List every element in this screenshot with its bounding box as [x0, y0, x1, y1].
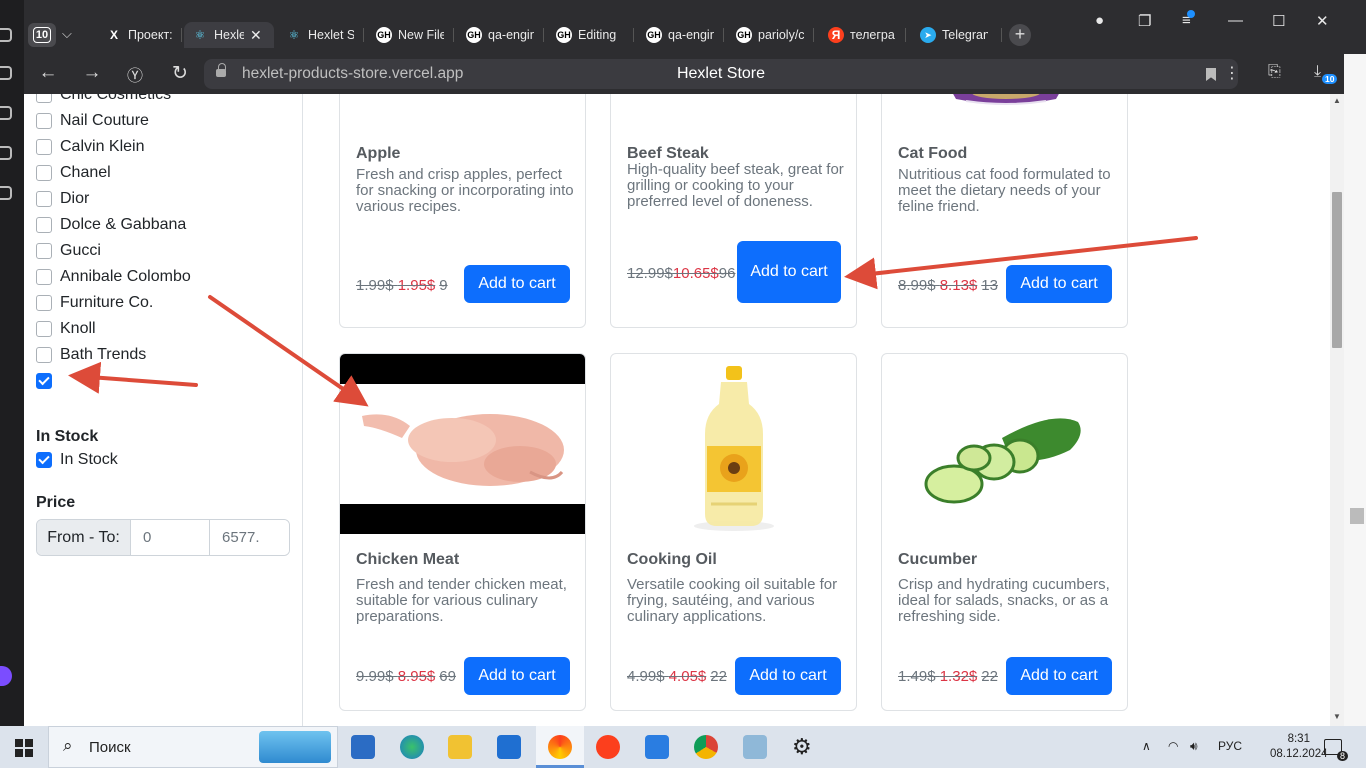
edge-browser-icon[interactable]	[400, 735, 424, 759]
chrome-icon[interactable]	[694, 735, 718, 759]
reload-icon[interactable]: ↻	[168, 62, 192, 85]
close-tab-icon[interactable]: ✕	[250, 27, 262, 44]
tab-label: Telegran	[942, 28, 988, 42]
store-page: Chic Cosmetics Nail Couture Calvin Klein Ch…	[24, 94, 1330, 726]
downloads-badge: 10	[1322, 74, 1338, 84]
side-panel-icon[interactable]	[0, 146, 12, 160]
minimize-icon[interactable]: —	[1228, 12, 1243, 29]
tab-7[interactable]: GH qa-engin	[638, 22, 724, 48]
react-logo-icon: ⚛	[288, 28, 300, 42]
taskbar-search[interactable]: ⌕ Поиск	[48, 726, 338, 768]
side-panel-icon[interactable]	[0, 106, 12, 120]
annotation-arrow-chicken	[208, 295, 369, 407]
lock-icon[interactable]	[216, 63, 226, 79]
side-panel-icon[interactable]	[0, 186, 12, 200]
browser-tab-bar: 10 ⌵ X Проект: ⚛ Hexlet ✕ ⚛ Hexlet S GH New F…	[0, 0, 1366, 54]
github-icon: GH	[376, 27, 392, 43]
alice-assistant-icon[interactable]	[0, 666, 12, 686]
scroll-up-icon[interactable]: ▲	[1333, 96, 1341, 105]
yandex-browser-taskbar-button[interactable]	[536, 726, 584, 768]
yandex-browser-icon	[548, 735, 572, 759]
tab-3[interactable]: ⚛ Hexlet S	[278, 22, 364, 48]
tab-label: qa-engin	[668, 28, 714, 42]
mail-icon[interactable]	[497, 735, 521, 759]
annotation-arrow-add-to-cart	[844, 236, 1198, 290]
github-icon: GH	[466, 27, 482, 43]
url-text: hexlet-products-store.vercel.app	[242, 65, 464, 82]
notifications-count: 8	[1336, 751, 1348, 761]
clock-time: 8:31	[1287, 733, 1310, 745]
page-scrollbar[interactable]: ▲ ▼	[1330, 94, 1344, 726]
language-indicator[interactable]: РУС	[1218, 739, 1242, 753]
tab-counter-button[interactable]: 10	[28, 23, 56, 47]
react-logo-icon: ⚛	[194, 28, 206, 42]
maximize-icon[interactable]: ☐	[1272, 12, 1285, 30]
tab-4[interactable]: GH New File	[368, 22, 454, 48]
volume-icon[interactable]: 🔊︎	[1190, 739, 1198, 754]
photos-icon[interactable]	[645, 735, 669, 759]
tab-9[interactable]: Ятелегра	[820, 22, 906, 48]
browser-side-panel	[0, 0, 24, 726]
tab-6[interactable]: GH Editing	[548, 22, 634, 48]
yandex-home-icon[interactable]: Ⓨ	[123, 62, 147, 86]
store-app-icon[interactable]	[351, 735, 375, 759]
network-icon[interactable]: ◠	[1168, 739, 1178, 753]
tab-label: pariolу/c	[758, 28, 804, 42]
extensions-icon[interactable]: ⎘	[1268, 63, 1281, 81]
new-tab-button[interactable]: +	[1009, 24, 1031, 46]
clock-date: 08.12.2024	[1270, 748, 1328, 760]
show-hidden-icons-icon[interactable]: ∧	[1142, 739, 1151, 753]
downloads-icon[interactable]: ⤓	[1314, 63, 1321, 81]
right-gutter	[1344, 54, 1366, 726]
scrollbar-thumb[interactable]	[1332, 192, 1342, 348]
github-icon: GH	[646, 27, 662, 43]
side-panel-icon[interactable]	[0, 66, 12, 80]
close-window-icon[interactable]: ✕	[1316, 12, 1329, 30]
back-icon[interactable]: ←	[36, 62, 60, 84]
collections-icon[interactable]: ❐	[1138, 12, 1151, 30]
tab-label: qa-engin	[488, 28, 534, 42]
tab-count: 10	[33, 27, 51, 43]
x-logo-icon: X	[109, 28, 118, 42]
taskbar-search-placeholder: Поиск	[89, 738, 131, 756]
tab-10[interactable]: ➤ Telegran	[912, 22, 1002, 48]
side-panel-icon[interactable]	[0, 28, 12, 42]
search-highlight-image	[259, 731, 331, 763]
notifications-icon[interactable]: 8	[1324, 739, 1348, 761]
tab-label: Проект:	[128, 28, 173, 42]
tab-label: телегра	[850, 28, 895, 42]
github-icon: GH	[556, 27, 572, 43]
address-bar: ← → Ⓨ ↻ Hexlet Store hexlet-products-sto…	[24, 54, 1366, 94]
more-options-icon[interactable]: ⋮	[1224, 63, 1240, 83]
tabs-menu-chevron-icon[interactable]: ⌵	[62, 26, 72, 42]
annotation-arrows	[68, 236, 1198, 407]
tab-label: New File	[398, 28, 444, 42]
tab-8[interactable]: GH pariolу/c	[728, 22, 814, 48]
tab-1[interactable]: X Проект:	[98, 22, 182, 48]
tab-5[interactable]: GH qa-engin	[458, 22, 544, 48]
settings-icon[interactable]: ⚙	[792, 734, 812, 760]
menu-icon[interactable]: ≡	[1182, 10, 1195, 29]
profile-icon[interactable]: ●	[1095, 12, 1104, 29]
telegram-icon: ➤	[920, 27, 936, 43]
tab-label: Hexlet	[214, 28, 244, 42]
taskbar-clock[interactable]: 8:31 08.12.2024	[1270, 732, 1328, 762]
url-field[interactable]: Hexlet Store hexlet-products-store.verce…	[204, 59, 1238, 89]
scroll-down-icon[interactable]: ▼	[1333, 712, 1341, 721]
windows-start-icon[interactable]	[15, 739, 33, 757]
windows-taskbar: ⌕ Поиск ⚙ ∧ ◠ 🔊︎ РУС 8:31 08.12.2024 8	[0, 726, 1366, 768]
tab-label: Hexlet S	[308, 28, 354, 42]
github-icon: GH	[736, 27, 752, 43]
notes-app-icon[interactable]	[743, 735, 767, 759]
yandex-app-icon[interactable]	[596, 735, 620, 759]
tab-2-active[interactable]: ⚛ Hexlet ✕	[184, 22, 274, 48]
yandex-icon: Я	[828, 27, 844, 43]
search-icon: ⌕	[63, 736, 73, 755]
file-explorer-icon[interactable]	[448, 735, 472, 759]
forward-icon[interactable]: →	[80, 62, 104, 84]
annotation-arrow-checkbox	[68, 361, 198, 394]
tab-label: Editing	[578, 28, 617, 42]
